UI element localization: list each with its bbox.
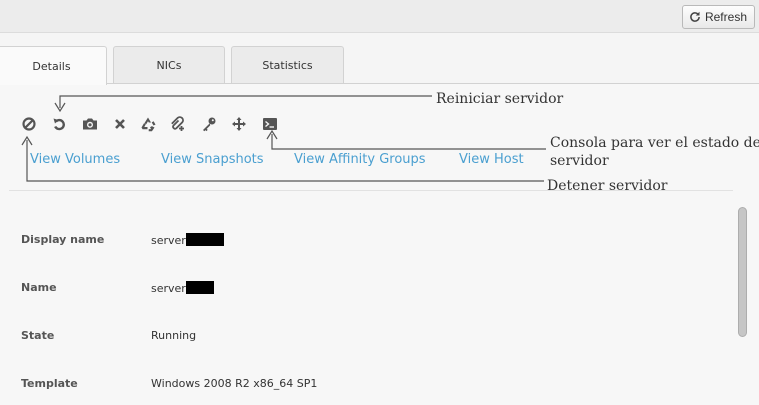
attach-iso-icon <box>171 116 184 131</box>
refresh-label: Refresh <box>704 10 747 24</box>
reset-password-button[interactable] <box>199 114 219 134</box>
view-host-link[interactable]: View Host <box>459 152 524 167</box>
detail-label: Name <box>21 281 57 294</box>
migrate-icon <box>232 117 246 131</box>
annotation-console-line1: Consola para ver el estado del <box>550 135 759 151</box>
stop-icon <box>22 117 36 131</box>
detail-value: server <box>151 281 214 295</box>
console-icon <box>263 118 277 130</box>
destroy-icon <box>115 119 125 129</box>
refresh-button[interactable]: Refresh <box>681 5 755 29</box>
tab-label: NICs <box>156 59 182 72</box>
details-list: Display name server Name server State Ru… <box>0 192 735 405</box>
attach-iso-button[interactable] <box>167 114 187 134</box>
view-affinity-groups-link[interactable]: View Affinity Groups <box>294 152 426 167</box>
name-value: server <box>151 282 186 295</box>
tab-label: Statistics <box>262 59 313 72</box>
view-snapshots-link[interactable]: View Snapshots <box>161 152 264 167</box>
destroy-vm-button[interactable] <box>110 114 130 134</box>
redaction-box <box>185 281 214 294</box>
refresh-icon <box>690 11 700 22</box>
template-value: Windows 2008 R2 x86_64 SP1 <box>151 377 318 390</box>
annotation-console-line2: servidor <box>550 153 609 169</box>
tab-nics[interactable]: NICs <box>113 46 225 84</box>
details-scrollbar[interactable] <box>736 205 750 405</box>
annotation-reboot: Reiniciar servidor <box>436 91 564 107</box>
stop-vm-button[interactable] <box>19 114 39 134</box>
scrollbar-thumb[interactable] <box>738 207 747 337</box>
view-console-button[interactable] <box>260 114 280 134</box>
migrate-vm-button[interactable] <box>229 114 249 134</box>
take-snapshot-button[interactable] <box>80 114 100 134</box>
state-value: Running <box>151 329 197 342</box>
annotation-stop: Detener servidor <box>547 178 668 194</box>
reset-password-icon <box>203 117 216 132</box>
display-name-value: server <box>151 234 186 247</box>
detail-label: Template <box>21 377 78 390</box>
detail-value: server <box>151 233 224 247</box>
reboot-vm-button[interactable] <box>49 114 69 134</box>
tab-label: Details <box>32 59 71 73</box>
reboot-icon <box>53 118 65 131</box>
detail-tabs: Details NICs Statistics <box>0 46 759 85</box>
redaction-box <box>185 233 224 246</box>
tab-statistics[interactable]: Statistics <box>231 46 344 84</box>
detail-label: Display name <box>21 233 105 246</box>
view-volumes-link[interactable]: View Volumes <box>30 152 120 167</box>
tab-details[interactable]: Details <box>0 46 107 85</box>
detail-label: State <box>21 329 55 342</box>
snapshot-icon <box>83 118 97 130</box>
reinstall-vm-button[interactable] <box>138 114 158 134</box>
top-toolbar: Refresh <box>0 0 759 33</box>
reinstall-icon <box>141 117 156 132</box>
